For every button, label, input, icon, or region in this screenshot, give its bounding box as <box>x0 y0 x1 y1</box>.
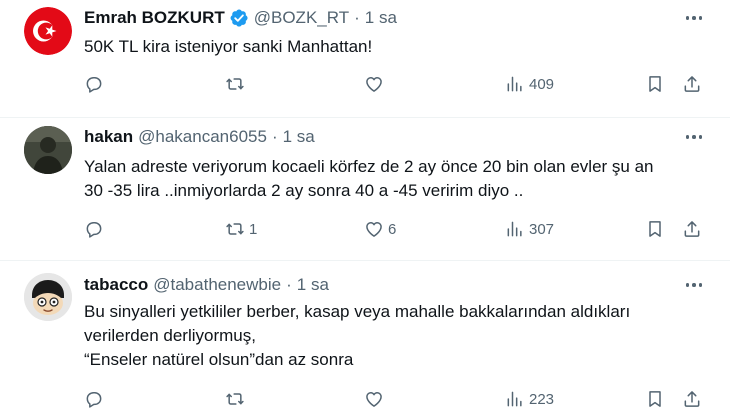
tweet-text: Yalan adreste veriyorum kocaeli körfez d… <box>84 155 704 203</box>
bookmark-icon <box>649 76 661 92</box>
bookmark-button[interactable] <box>645 389 665 409</box>
share-button[interactable] <box>682 219 702 239</box>
reply-icon <box>86 77 102 93</box>
share-button[interactable] <box>682 389 702 409</box>
heart-icon <box>366 392 382 407</box>
verified-badge-icon <box>229 8 249 28</box>
more-icon[interactable] <box>682 126 706 148</box>
tweet-header: hakan @hakancan6055 · 1 sa <box>84 126 315 148</box>
tweet-text-line: 50K TL kira isteniyor sanki Manhattan! <box>84 37 373 56</box>
bookmark-button[interactable] <box>645 74 665 94</box>
timestamp[interactable]: 1 sa <box>283 126 315 148</box>
retweet-icon <box>226 223 244 235</box>
author-handle[interactable]: @hakancan6055 <box>138 126 267 148</box>
separator-dot: · <box>354 8 360 27</box>
reply-icon <box>86 222 102 238</box>
tweet-1[interactable]: Emrah BOZKURT @BOZK_RT · 1 sa 50K TL kir… <box>0 0 730 118</box>
action-bar: 223 <box>0 389 730 413</box>
bookmark-icon <box>649 221 661 237</box>
views-icon <box>507 391 522 407</box>
reply-button[interactable] <box>84 219 108 239</box>
views-icon <box>507 76 522 92</box>
retweet-icon <box>226 78 244 90</box>
views-count: 223 <box>529 390 555 408</box>
author-handle[interactable]: @tabathenewbie <box>153 274 281 296</box>
action-bar: 409 <box>0 74 730 98</box>
timestamp[interactable]: 1 sa <box>297 274 329 296</box>
reply-button[interactable] <box>84 389 108 409</box>
views-button[interactable]: 307 <box>505 219 554 239</box>
more-icon[interactable] <box>682 274 706 296</box>
reply-icon <box>86 392 102 408</box>
retweet-button[interactable] <box>225 389 249 409</box>
retweet-button[interactable]: 1 <box>225 219 257 239</box>
bookmark-icon <box>649 391 661 407</box>
retweet-button[interactable] <box>225 74 249 94</box>
heart-icon <box>366 222 382 237</box>
author-name[interactable]: tabacco <box>84 274 148 296</box>
retweet-count: 1 <box>249 220 258 238</box>
share-icon <box>684 391 700 407</box>
tweet-text-line: 30 -35 lira ..inmiyorlarda 2 ay sonra 40… <box>84 181 524 200</box>
tweet-text-line: “Enseler natürel olsun”dan az sonra <box>84 350 354 369</box>
tweet-header: Emrah BOZKURT @BOZK_RT · 1 sa <box>84 7 397 29</box>
tweet-2[interactable]: hakan @hakancan6055 · 1 sa Yalan adreste… <box>0 118 730 260</box>
timestamp[interactable]: 1 sa <box>365 7 397 29</box>
views-icon <box>507 221 522 237</box>
like-count: 6 <box>388 220 397 238</box>
tweet-text-line: verilerden derliyormuş, <box>84 326 256 345</box>
like-button[interactable] <box>364 389 388 409</box>
separator-dot: · <box>271 127 278 146</box>
like-button[interactable]: 6 <box>364 219 396 239</box>
tweet-3[interactable]: tabacco @tabathenewbie · 1 sa Bu sinyall… <box>0 261 730 420</box>
reply-button[interactable] <box>84 74 108 94</box>
heart-icon <box>366 77 382 92</box>
views-count: 409 <box>529 75 555 93</box>
bookmark-button[interactable] <box>645 219 665 239</box>
author-name[interactable]: hakan <box>84 126 133 148</box>
tweet-header: tabacco @tabathenewbie · 1 sa <box>84 274 329 296</box>
action-bar: 1 6 307 <box>0 219 730 243</box>
tweet-text: Bu sinyalleri yetkililer berber, kasap v… <box>84 300 704 372</box>
like-button[interactable] <box>364 74 388 94</box>
retweet-icon <box>226 393 244 405</box>
tweet-text-line: Yalan adreste veriyorum kocaeli körfez d… <box>84 157 654 176</box>
avatar-photo[interactable] <box>24 126 72 174</box>
author-name[interactable]: Emrah BOZKURT <box>84 7 225 29</box>
author-handle[interactable]: @BOZK_RT <box>254 7 349 29</box>
share-icon <box>684 221 700 237</box>
more-icon[interactable] <box>682 7 706 29</box>
avatar-cartoon[interactable] <box>24 273 72 321</box>
views-button[interactable]: 409 <box>505 74 554 94</box>
share-icon <box>684 76 700 92</box>
share-button[interactable] <box>682 74 702 94</box>
views-button[interactable]: 223 <box>505 389 554 409</box>
views-count: 307 <box>529 220 555 238</box>
tweet-text-line: Bu sinyalleri yetkililer berber, kasap v… <box>84 302 631 321</box>
tweet-text: 50K TL kira isteniyor sanki Manhattan! <box>84 35 704 59</box>
avatar-flag[interactable] <box>24 7 72 55</box>
separator-dot: · <box>286 275 292 294</box>
